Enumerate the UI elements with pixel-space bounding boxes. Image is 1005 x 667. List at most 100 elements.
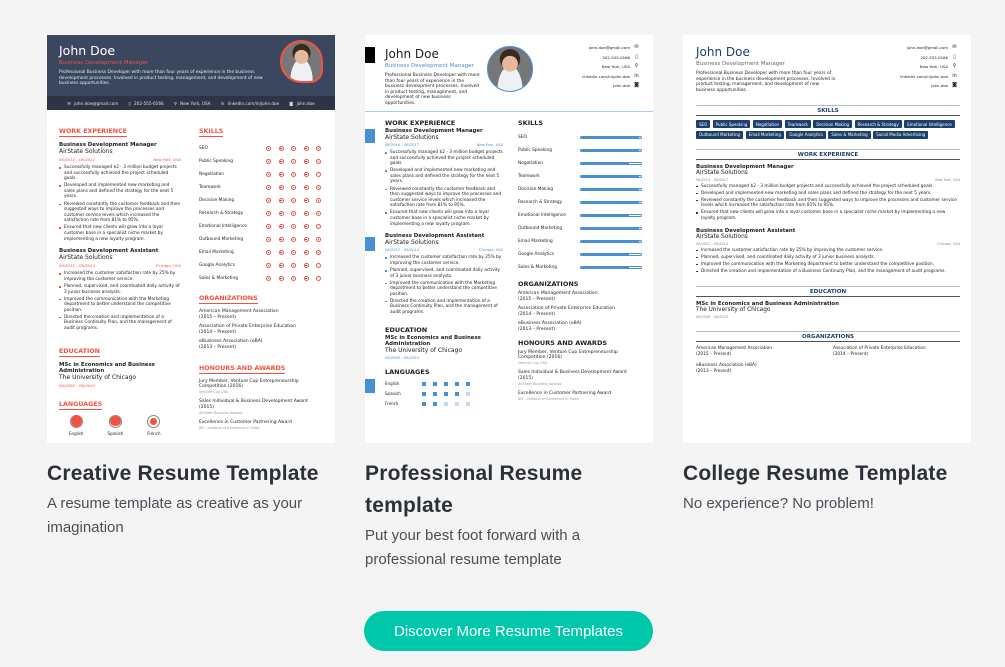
rating-square [455, 401, 459, 406]
language-row: English [385, 379, 503, 389]
rating-dot [278, 146, 284, 151]
school: The University of Chicago [385, 346, 463, 354]
bullet-item: Developed and implemented new marketing … [385, 168, 503, 185]
rating-dot [291, 250, 296, 255]
organization-period: (2014 – Present) [518, 311, 555, 317]
contact-text: linkedin.com/in/john.doe [227, 100, 280, 106]
card-title[interactable]: Professional Resume template [365, 458, 655, 522]
award-title: Jury Member, Venture Cup Entrepreneurshi… [199, 378, 299, 390]
contact-text: linkedin.com/in/john.doe [582, 73, 630, 79]
job-entry: Business Development Assistant AirState S… [59, 248, 181, 331]
skill-row: Research & Strategy [199, 207, 321, 220]
skill-rating [266, 146, 321, 151]
skill-row: Email Marketing [518, 235, 642, 248]
skill-bar [580, 149, 642, 152]
job-entry: Business Development Assistant AirState S… [385, 233, 503, 315]
section-heading-honours: HONOURS AND AWARDS [518, 338, 608, 347]
skill-row: Negotiation [199, 168, 321, 181]
skill-row: Decision Making [199, 194, 321, 207]
language-name: Spanish [107, 430, 124, 436]
contact-item: ⚲ New York, USA [174, 101, 211, 106]
rating-dot [291, 146, 296, 151]
company-name: AirState Solutions [696, 233, 748, 240]
skill-tag: Sales & Marketing [828, 130, 871, 139]
job-dates: 06/2014 – 06/2017 [696, 177, 729, 182]
job-dates: 06/2014 – 06/2017 [385, 143, 419, 147]
rating-dot [316, 172, 321, 177]
organization-period: (2014 – Present) [199, 329, 236, 335]
template-card-college[interactable]: John Doe Business Development Manager Prof… [683, 35, 973, 516]
organization-item: eBusiness Association (eBA) (2013 – Prese… [518, 321, 642, 332]
skill-name: Teamwork [199, 185, 221, 190]
organization-item: Association of Private Enterprise Educat… [518, 306, 642, 317]
skill-name: Public Speaking [199, 159, 233, 164]
rating-square [433, 401, 437, 406]
contact-bar: ✉ john.doe@gmail.com ▯ 202-555-0166 ⚲ New … [47, 96, 335, 110]
skill-name: Outbound Marketing [199, 237, 244, 242]
contact-item: john.doe@gmail.com ✉ [582, 45, 639, 55]
contact-item: New York, USA ⚲ [582, 64, 639, 74]
education-dates: 09/2008 – 06/2010 [385, 355, 419, 360]
degree: MSc in Economics and Business Administra… [59, 361, 155, 374]
rating-dot [316, 237, 321, 242]
bullet-item: Ensured that new clients will grow into … [385, 210, 503, 227]
skill-tag: SEO [696, 120, 711, 128]
template-card-professional[interactable]: John Doe Business Development Manager Prof… [365, 35, 655, 572]
college-resume-preview[interactable]: John Doe Business Development Manager Prof… [683, 35, 971, 443]
rating-square [455, 381, 459, 386]
skill-row: SEO [518, 131, 642, 144]
card-description: Put your best foot forward with a profes… [365, 527, 581, 568]
bullet-item: Successfully managed $2 - 3 million budg… [59, 165, 181, 182]
skill-rating [266, 224, 321, 229]
contact-item: ▯ 202-555-0166 [128, 101, 163, 106]
award-issuer: IES - Institute of Excellence in Sales [199, 425, 260, 430]
skill-bar [580, 175, 642, 178]
rating-square [422, 381, 426, 386]
skill-bar-fill [581, 267, 629, 268]
rating-dot [291, 172, 296, 177]
creative-resume-preview[interactable]: John Doe Business Development Manager Prof… [47, 35, 335, 443]
skill-row: Teamwork [518, 170, 642, 183]
resume-body: SKILLS SEO Public Speaking Negotiation Teamw… [696, 97, 960, 374]
bullet-item: Increased the customer satisfaction rate… [385, 255, 503, 266]
template-card-creative[interactable]: John Doe Business Development Manager Prof… [47, 35, 337, 540]
language-level-fill [70, 415, 82, 428]
rating-dot [303, 146, 309, 151]
rating-square [444, 401, 448, 406]
card-title[interactable]: College Resume Template [683, 458, 973, 490]
section-heading-languages: LANGUAGES [59, 400, 103, 410]
header-divider [365, 111, 653, 112]
contact-text: john.doe@gmail.com [74, 100, 119, 106]
job-entry: Business Development Assistant AirState S… [696, 228, 960, 275]
rating-dot [316, 146, 321, 151]
discover-more-templates-button[interactable]: Discover More Resume Templates [364, 611, 653, 651]
contact-text: New York, USA [919, 64, 948, 70]
award-issuer: Venture Cup USA [199, 389, 229, 394]
language-row: French [385, 399, 503, 409]
skill-bar-fill [581, 189, 640, 190]
card-title[interactable]: Creative Resume Template [47, 458, 337, 490]
skill-name: Public Speaking [518, 148, 552, 153]
bullet-item: Successfully managed $2 - 3 million budg… [696, 184, 960, 190]
school: The University of Chicago [59, 373, 137, 381]
skill-rating [266, 185, 321, 190]
job-location: New York, USA [476, 143, 503, 147]
skill-row: Public Speaking [199, 155, 321, 168]
resume-role: Business Development Manager [385, 63, 474, 69]
section-marker [365, 129, 375, 143]
contact-item: New York, USA ⚲ [900, 64, 957, 74]
skype-icon: ◙ [289, 100, 295, 106]
rating-dot [278, 159, 284, 164]
company-name: AirState Solutions [59, 254, 113, 262]
skill-name: Email Marketing [518, 239, 553, 244]
right-column: SKILLS SEO Public Speaking Negotiation Teamw… [199, 118, 321, 435]
rating-dot [291, 276, 296, 281]
professional-resume-preview[interactable]: John Doe Business Development Manager Prof… [365, 35, 653, 443]
phone-icon: ▯ [635, 53, 638, 60]
skill-rating [266, 172, 321, 177]
skill-tag: Teamwork [784, 120, 811, 128]
skill-tag: Negotiation [752, 120, 783, 128]
rating-dot [266, 237, 271, 242]
skill-tags: SEO Public Speaking Negotiation Teamwork Dec… [696, 120, 960, 139]
skill-tag: Google Analytics [786, 130, 826, 139]
